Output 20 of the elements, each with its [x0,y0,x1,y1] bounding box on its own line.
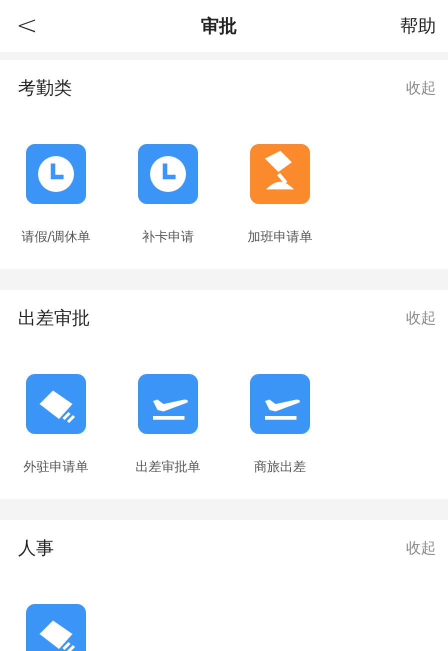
section-title: 出差审批 [18,307,90,330]
airplane-icon[interactable] [250,374,310,434]
help-button[interactable]: 帮助 [400,14,436,38]
item-label[interactable]: 商旅出差 [254,458,306,476]
clock-icon[interactable] [26,144,86,204]
section-title: 人事 [18,537,54,560]
item-label[interactable]: 出差审批单 [136,458,200,476]
collapse-button[interactable]: 收起 [406,308,436,328]
item-label[interactable]: 外驻申请单 [24,458,88,476]
item-label[interactable]: 请假/调休单 [21,228,91,246]
back-button[interactable]: < [16,11,38,41]
collapse-button[interactable]: 收起 [406,538,436,558]
airplane-icon[interactable] [138,374,198,434]
item-label[interactable]: 加班申请单 [248,228,312,246]
page-title: 审批 [200,15,237,38]
collapse-button[interactable]: 收起 [406,78,436,98]
section-title: 考勤类 [18,77,72,100]
clock-icon[interactable] [138,144,198,204]
item-label[interactable]: 补卡申请 [142,228,194,246]
desk-lamp-icon[interactable] [250,144,310,204]
